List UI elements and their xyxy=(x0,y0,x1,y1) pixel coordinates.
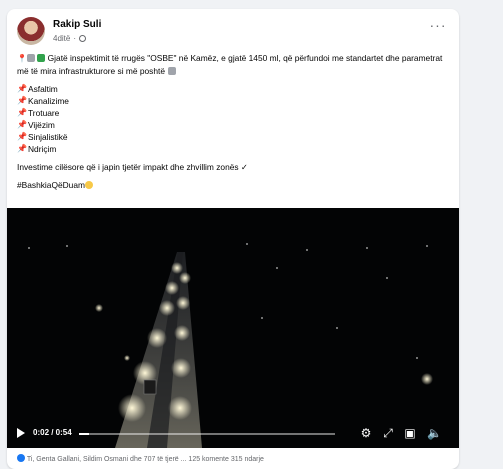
picture-in-picture-icon[interactable]: ▣ xyxy=(403,426,417,440)
hashtag-link[interactable]: #BashkiaQëDuam xyxy=(17,180,85,190)
pushpin-icon: 📌 xyxy=(17,144,27,153)
pushpin-icon: 📌 xyxy=(17,84,27,93)
post-card: Rakip Suli 4ditë · ··· 📍 Gjatë inspektim… xyxy=(7,9,459,469)
post-intro-text: Gjatë inspektimit të rrugës "OSBE" në Ka… xyxy=(17,53,443,76)
pushpin-icon: 📌 xyxy=(17,108,27,117)
video-controls: 0:02 / 0:54 ⚙ ⤢ ▣ 🔈 xyxy=(7,420,459,448)
post-closing: Investime cilësore që i japin tjetër imp… xyxy=(17,162,248,172)
list-item: 📌 Kanalizime xyxy=(17,95,447,107)
pushpin-icon: 📌 xyxy=(17,132,27,141)
check-emoji-icon xyxy=(37,54,46,62)
post-header: Rakip Suli 4ditë · ··· xyxy=(17,17,449,49)
list-item: 📌 Asfaltim xyxy=(17,83,447,95)
smile-emoji-icon xyxy=(84,181,93,189)
video-player[interactable]: 0:02 / 0:54 ⚙ ⤢ ▣ 🔈 xyxy=(7,208,459,448)
play-icon[interactable] xyxy=(17,428,25,438)
video-progress-fill xyxy=(79,433,90,435)
post-intro: 📍 Gjatë inspektimit të rrugës "OSBE" në … xyxy=(17,52,447,77)
post-meta: 4ditë · xyxy=(53,34,87,43)
reactions-summary[interactable]: Ti, Genta Gallani, Sildim Osmani dhe 707… xyxy=(27,456,264,463)
post-text: 📍 Gjatë inspektimit të rrugës "OSBE" në … xyxy=(17,52,447,191)
video-progress-bar[interactable] xyxy=(79,433,335,435)
author-name[interactable]: Rakip Suli xyxy=(53,19,101,30)
video-time: 0:02 / 0:54 xyxy=(33,428,72,437)
pushpin-icon: 📌 xyxy=(17,96,27,105)
pin-icon: 📍 xyxy=(17,54,27,63)
fullscreen-icon[interactable]: ⤢ xyxy=(381,426,395,440)
post-list: 📌 Asfaltim 📌 Kanalizime 📌 Trotuare 📌 Vijëzim 📌 Si… xyxy=(17,83,447,155)
list-item-label: Vijëzim xyxy=(28,120,55,130)
video-frame xyxy=(7,208,459,448)
car xyxy=(143,379,157,395)
list-item: 📌 Vijëzim xyxy=(17,119,447,131)
more-options-button[interactable]: ··· xyxy=(427,17,449,39)
like-reaction-icon xyxy=(17,454,25,462)
post-hashtag: #BashkiaQëDuam xyxy=(17,179,447,191)
separator-dot: · xyxy=(73,34,77,43)
list-item-label: Ndriçim xyxy=(28,144,57,154)
pushpin-icon: 📌 xyxy=(17,120,27,129)
list-item-label: Asfaltim xyxy=(28,84,58,94)
list-item: 📌 Ndriçim xyxy=(17,143,447,155)
volume-mute-icon[interactable]: 🔈 xyxy=(427,426,442,440)
settings-gear-icon[interactable]: ⚙ xyxy=(359,426,373,440)
down-arrow-emoji-icon xyxy=(168,67,177,75)
list-item-label: Sinjalistikë xyxy=(28,132,68,142)
list-item-label: Trotuare xyxy=(28,108,60,118)
list-item: 📌 Sinjalistikë xyxy=(17,131,447,143)
list-item: 📌 Trotuare xyxy=(17,107,447,119)
globe-icon xyxy=(79,35,87,42)
post-time[interactable]: 4ditë xyxy=(53,34,70,43)
author-avatar[interactable] xyxy=(17,17,45,45)
road-emoji-icon xyxy=(27,54,35,62)
list-item-label: Kanalizime xyxy=(28,96,69,106)
